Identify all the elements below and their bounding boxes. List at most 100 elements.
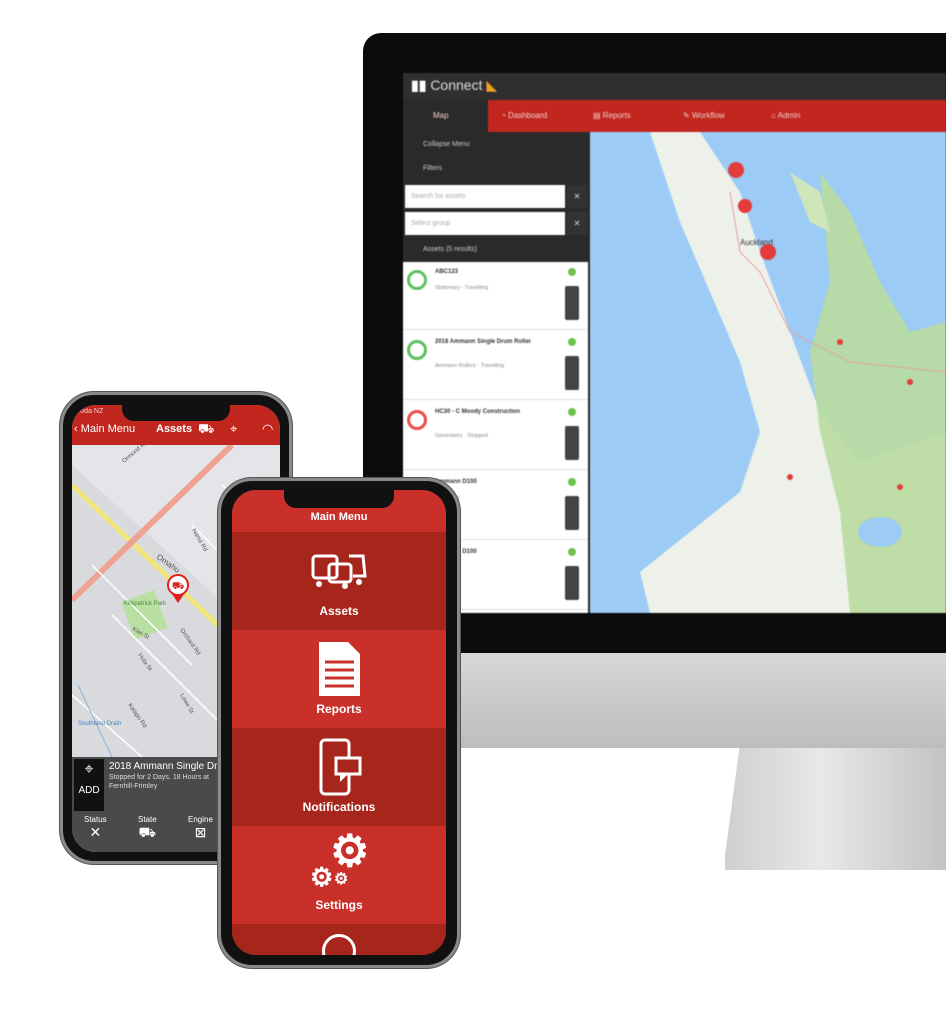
asset-subtitle: Generators · Stopped	[435, 433, 488, 439]
asset-location: Fernhill-Frimley	[109, 783, 158, 790]
tab-label: Admin	[777, 111, 801, 120]
menu-item-label: Settings	[315, 898, 363, 912]
asset-search-input[interactable]: Search for assets	[405, 185, 565, 208]
engine-off-icon: ⊠	[194, 824, 207, 840]
asset-title: 2018 Ammann Single Drum Roller	[435, 339, 532, 345]
online-status-icon	[568, 268, 576, 276]
map-marker[interactable]	[907, 379, 913, 385]
menu-item-label: Reports	[316, 702, 362, 716]
asset-subtitle: Ammann Rollers · Travelling	[435, 363, 505, 369]
back-label: Main Menu	[80, 423, 136, 435]
add-button[interactable]: ⌖ ADD	[74, 759, 104, 811]
asset-list-item[interactable]: 2018 Ammann Single Drum Roller Ammann Ro…	[403, 332, 588, 400]
app-header: ▮▮ Connect ◣	[403, 73, 946, 100]
menu-item-reports[interactable]: Reports	[232, 630, 446, 728]
group-select[interactable]: Select group	[405, 212, 565, 235]
online-status-icon	[568, 338, 576, 346]
clear-search-button[interactable]: ✕	[567, 185, 587, 208]
map-label: Kirkpatrick Park	[124, 601, 167, 607]
map-marker[interactable]	[787, 474, 793, 480]
monitor-stand	[725, 748, 946, 870]
tab-admin[interactable]: ⌂ Admin	[771, 100, 800, 132]
map-marker[interactable]	[738, 199, 752, 213]
map-marker[interactable]	[837, 339, 843, 345]
assets-header: Assets (5 results)	[423, 246, 478, 253]
status-tab[interactable]: Status ✕	[84, 815, 107, 841]
asset-thumbnail	[565, 496, 579, 530]
online-status-icon	[568, 478, 576, 486]
back-button[interactable]: ‹ Main Menu	[74, 423, 135, 435]
asset-thumbnail	[565, 426, 579, 460]
main-nav: Map ◔ Dashboard ▤ Reports ✎ Workflow ⌂ A…	[403, 100, 946, 132]
vehicles-icon[interactable]: ⛟	[198, 421, 214, 439]
asset-type-icon	[407, 410, 427, 430]
tab-label: Map	[433, 111, 449, 120]
gear-icon: ⚙	[334, 871, 349, 888]
tab-label: Status	[84, 815, 107, 824]
add-location-icon: ⌖	[84, 761, 94, 778]
logo-swoosh-icon: ◣	[486, 77, 498, 93]
roller-icon: ⛟	[138, 824, 157, 840]
no-signal-icon: ✕	[89, 824, 102, 840]
asset-title: ABC123	[435, 269, 459, 275]
vehicles-icon	[311, 554, 367, 589]
map-view[interactable]: Auckland	[590, 132, 946, 613]
add-label: ADD	[78, 785, 100, 796]
tab-label: Dashboard	[508, 111, 548, 120]
clear-group-button[interactable]: ✕	[567, 212, 587, 235]
asset-title: HC30 - C Moody Construction	[435, 409, 520, 415]
phone-message-icon	[319, 738, 362, 796]
filters-header[interactable]: Filters	[403, 157, 590, 181]
logo-text: Connect	[430, 77, 483, 93]
more-icon	[322, 934, 356, 955]
tab-map[interactable]: Map	[403, 100, 488, 132]
menu-item-label: Notifications	[302, 800, 376, 814]
route-pin-icon[interactable]: ⌖	[230, 421, 237, 437]
menu-item-notifications[interactable]: Notifications	[232, 728, 446, 826]
phone-notch	[122, 405, 230, 421]
menu-item-settings[interactable]: ⚙ ⚙ ⚙ Settings	[232, 826, 446, 924]
gauge-icon[interactable]: ◠	[262, 421, 273, 437]
gear-icon: ⚙	[310, 862, 334, 892]
asset-status: Stopped for 2 Days, 18 Hours at	[109, 774, 209, 781]
tab-dashboard[interactable]: ◔ Dashboard	[501, 100, 547, 132]
menu-item-more[interactable]	[232, 924, 446, 955]
menu-item-assets[interactable]: Assets	[232, 532, 446, 630]
asset-type-icon	[407, 270, 427, 290]
state-tab[interactable]: State ⛟	[138, 815, 157, 843]
map-marker[interactable]	[897, 484, 903, 490]
monitor-chin	[458, 650, 946, 748]
logo: ▮▮	[411, 77, 427, 93]
asset-title: Ammann D100	[435, 479, 477, 485]
collapse-menu-button[interactable]: Collapse Menu	[403, 133, 590, 157]
asset-thumbnail	[565, 356, 579, 390]
tab-reports[interactable]: ▤ Reports	[593, 100, 631, 132]
tab-label: Engine	[188, 815, 213, 824]
asset-title: 2018 Ammann Single Drum	[109, 761, 232, 772]
asset-thumbnail	[565, 566, 579, 600]
engine-tab[interactable]: Engine ⊠	[188, 815, 213, 841]
status-bar: Voda NZ	[76, 408, 104, 415]
asset-list-item[interactable]: HC30 - C Moody Construction Generators ·…	[403, 402, 588, 470]
tab-label: Reports	[602, 111, 631, 120]
report-document-icon	[319, 642, 360, 696]
phone-notch	[284, 490, 394, 508]
map-label: Southland Drain	[78, 721, 121, 727]
screen-title: Assets	[156, 423, 193, 435]
gear-icon: ⚙	[330, 827, 370, 876]
tab-label: State	[138, 815, 157, 824]
tab-label: Workflow	[691, 111, 725, 120]
asset-thumbnail	[565, 286, 579, 320]
asset-type-icon	[407, 340, 427, 360]
asset-subtitle: Stationary · Travelling	[435, 285, 489, 291]
tab-workflow[interactable]: ✎ Workflow	[683, 100, 725, 132]
map-land: Auckland	[640, 132, 946, 613]
menu-item-label: Assets	[319, 604, 359, 618]
desktop-app: ▮▮ Connect ◣ Map ◔ Dashboard ▤ Reports ✎…	[403, 73, 946, 613]
online-status-icon	[568, 548, 576, 556]
svg-text:⛟: ⛟	[172, 581, 185, 592]
asset-list-item[interactable]: ABC123 Stationary · Travelling	[403, 262, 588, 330]
online-status-icon	[568, 408, 576, 416]
map-marker[interactable]	[728, 162, 744, 178]
map-marker[interactable]	[760, 244, 776, 260]
